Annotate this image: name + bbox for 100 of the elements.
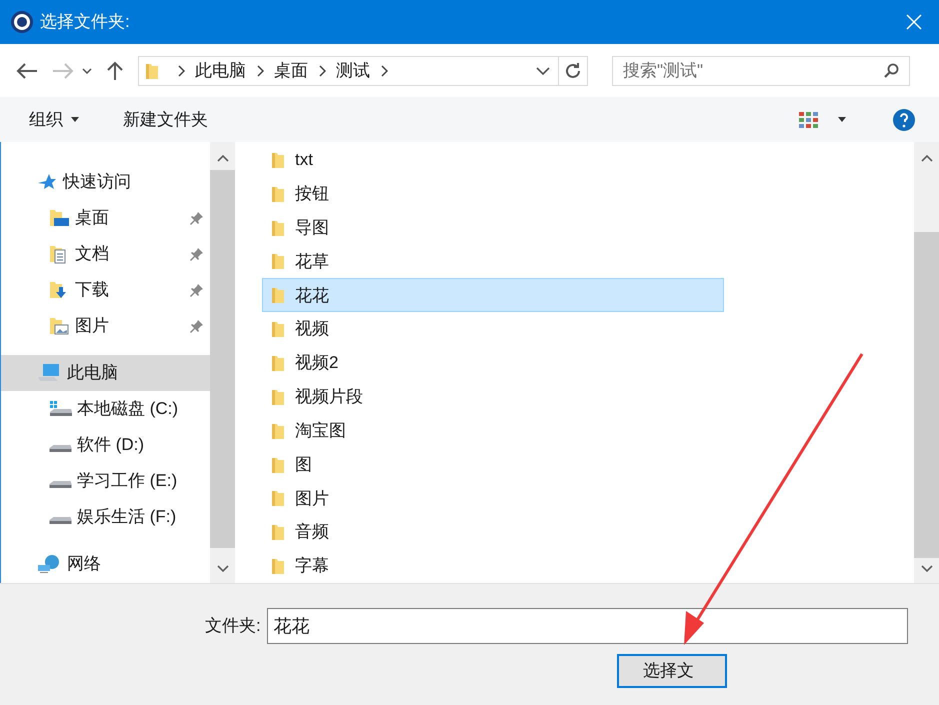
refresh-icon[interactable] bbox=[564, 62, 582, 80]
breadcrumb[interactable]: 测试 bbox=[336, 58, 370, 84]
folder-icon bbox=[271, 218, 285, 237]
search-icon[interactable] bbox=[883, 62, 899, 78]
close-icon[interactable] bbox=[905, 13, 923, 31]
folder-icon bbox=[271, 184, 285, 203]
folder-row[interactable]: 图 bbox=[262, 448, 724, 482]
folder-screen-icon bbox=[49, 208, 71, 228]
network-globe-icon bbox=[37, 554, 61, 574]
folder-name: 视频片段 bbox=[295, 386, 363, 408]
folder-row[interactable]: txt bbox=[262, 143, 724, 177]
new-folder-button[interactable]: 新建文件夹 bbox=[123, 106, 208, 132]
scroll-down-icon[interactable] bbox=[920, 565, 932, 573]
chevron-right-icon[interactable] bbox=[256, 64, 264, 76]
help-icon[interactable] bbox=[892, 108, 916, 132]
pin-icon[interactable] bbox=[190, 319, 204, 333]
folder-icon bbox=[271, 286, 285, 304]
organize-menu[interactable]: 组织 bbox=[29, 106, 79, 132]
nav-label: 文档 bbox=[75, 243, 109, 266]
folder-icon bbox=[271, 456, 285, 474]
nav-item[interactable]: 本地磁盘 (C:) bbox=[1, 391, 210, 427]
chevron-right-icon[interactable] bbox=[380, 64, 388, 76]
folder-row[interactable]: 按钮 bbox=[262, 176, 724, 211]
file-scrollbar[interactable] bbox=[914, 142, 939, 583]
search-field[interactable]: 搜索"测试" bbox=[612, 56, 910, 86]
star-icon bbox=[37, 173, 57, 191]
folder-name: 音频 bbox=[295, 521, 329, 544]
folder-name: 视频 bbox=[295, 318, 329, 340]
folder-row[interactable]: 视频片段 bbox=[262, 380, 724, 414]
caret-icon[interactable] bbox=[838, 117, 846, 122]
nav-label: 软件 (D:) bbox=[77, 434, 144, 456]
back-arrow-icon[interactable] bbox=[16, 62, 38, 78]
drive-icon bbox=[49, 445, 72, 452]
folder-icon bbox=[145, 62, 159, 80]
folder-name: txt bbox=[295, 149, 313, 172]
window-title: 选择文件夹: bbox=[40, 11, 130, 34]
windows-drive-icon bbox=[49, 400, 73, 418]
folder-name: 按钮 bbox=[295, 183, 329, 206]
nav-item[interactable]: 快速访问 bbox=[1, 164, 210, 200]
computer-icon bbox=[37, 363, 61, 383]
nav-item[interactable]: 网络 bbox=[1, 546, 210, 582]
folder-image-icon bbox=[49, 316, 71, 336]
app-logo-icon bbox=[10, 10, 34, 34]
folder-name-field[interactable]: 花花 bbox=[266, 608, 908, 644]
chevron-down-icon[interactable] bbox=[82, 68, 92, 74]
nav-item[interactable]: 软件 (D:) bbox=[1, 427, 210, 463]
nav-item[interactable]: 下载 bbox=[1, 272, 210, 308]
folder-name: 导图 bbox=[295, 216, 329, 239]
scroll-up-icon[interactable] bbox=[216, 154, 228, 162]
pin-icon[interactable] bbox=[190, 283, 204, 297]
nav-item[interactable]: 桌面 bbox=[1, 200, 210, 236]
folder-name: 淘宝图 bbox=[295, 420, 346, 442]
select-folder-button[interactable]: 选择文 bbox=[617, 654, 727, 688]
folder-row[interactable]: 视频 bbox=[262, 312, 724, 346]
nav-item[interactable]: 学习工作 (E:) bbox=[1, 463, 210, 499]
nav-label: 学习工作 (E:) bbox=[77, 470, 178, 492]
folder-row[interactable]: 图片 bbox=[262, 481, 724, 516]
folder-name: 视频2 bbox=[295, 352, 338, 374]
nav-label: 本地磁盘 (C:) bbox=[77, 398, 178, 420]
nav-label: 下载 bbox=[75, 279, 109, 302]
nav-item[interactable]: 文档 bbox=[1, 236, 210, 272]
search-input[interactable]: 搜索"测试" bbox=[623, 58, 883, 84]
chevron-right-icon[interactable] bbox=[318, 64, 326, 76]
folder-icon bbox=[271, 354, 285, 372]
nav-label: 此电脑 bbox=[67, 362, 118, 384]
chevron-down-icon[interactable] bbox=[536, 66, 550, 74]
folder-icon bbox=[271, 252, 285, 270]
folder-row[interactable]: 视频2 bbox=[262, 346, 724, 380]
folder-name: 花草 bbox=[295, 250, 329, 273]
nav-label: 网络 bbox=[67, 553, 101, 576]
up-arrow-icon[interactable] bbox=[106, 60, 124, 80]
scroll-thumb[interactable] bbox=[914, 232, 939, 558]
nav-item[interactable]: 图片 bbox=[1, 308, 210, 344]
drive-icon bbox=[49, 517, 72, 524]
breadcrumb[interactable]: 此电脑 bbox=[195, 58, 246, 84]
pin-icon[interactable] bbox=[190, 247, 204, 261]
folder-row[interactable]: 导图 bbox=[262, 210, 724, 245]
nav-item[interactable]: 娱乐生活 (F:) bbox=[1, 499, 210, 535]
nav-label: 娱乐生活 (F:) bbox=[77, 506, 176, 528]
folder-field-label: 文件夹: bbox=[205, 615, 261, 638]
folder-icon bbox=[271, 422, 285, 440]
nav-label: 快速访问 bbox=[63, 171, 131, 194]
folder-row[interactable]: 音频 bbox=[262, 515, 724, 550]
address-bar[interactable]: 此电脑 桌面 测试 bbox=[138, 56, 588, 86]
chevron-right-icon[interactable] bbox=[177, 64, 185, 76]
folder-row[interactable]: 淘宝图 bbox=[262, 414, 724, 448]
view-grid-icon[interactable] bbox=[798, 110, 820, 130]
drive-icon bbox=[49, 481, 72, 488]
folder-row[interactable]: 字幕 bbox=[262, 549, 724, 583]
scroll-up-icon[interactable] bbox=[920, 154, 932, 162]
folder-icon bbox=[271, 489, 285, 508]
folder-row[interactable]: 花草 bbox=[262, 244, 724, 278]
folder-name: 图 bbox=[295, 454, 312, 476]
folder-icon bbox=[271, 557, 285, 576]
caret-icon bbox=[71, 117, 79, 122]
scroll-down-icon[interactable] bbox=[216, 565, 228, 573]
folder-row[interactable]: 花花 bbox=[262, 278, 724, 312]
breadcrumb[interactable]: 桌面 bbox=[274, 58, 308, 84]
nav-item[interactable]: 此电脑 bbox=[1, 355, 210, 391]
pin-icon[interactable] bbox=[190, 211, 204, 225]
